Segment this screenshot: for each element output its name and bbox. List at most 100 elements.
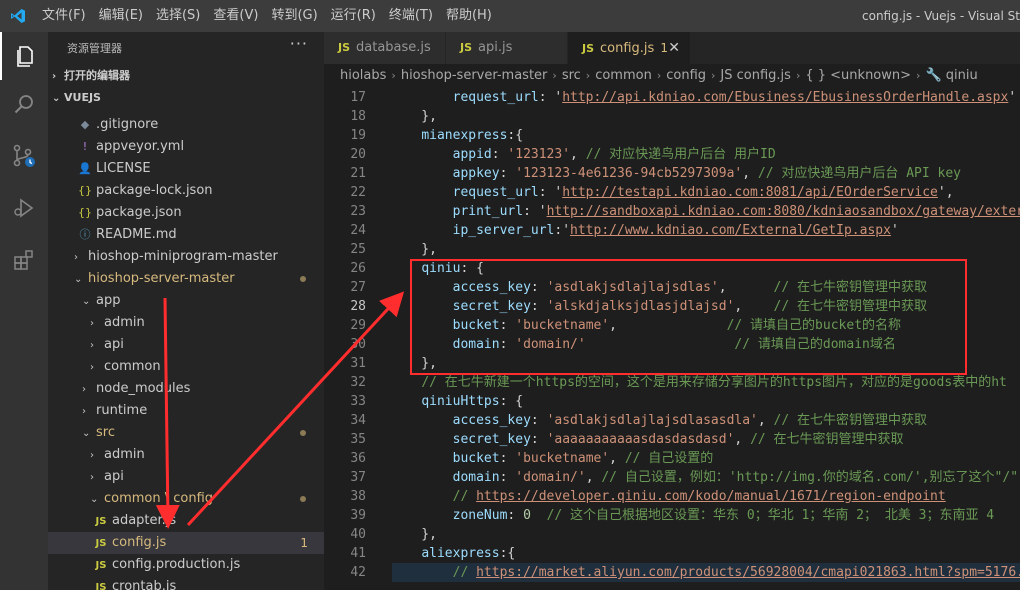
- open-editors-section[interactable]: › 打开的编辑器: [48, 65, 324, 87]
- activity-search[interactable]: [0, 80, 48, 128]
- breadcrumb-item[interactable]: { } <unknown>: [805, 68, 911, 83]
- breadcrumb-item[interactable]: config: [666, 68, 706, 83]
- line-number: 26: [350, 261, 366, 276]
- code-token: bucket: [452, 451, 500, 466]
- tree-folder[interactable]: › runtime: [48, 400, 324, 422]
- tree-item-label: admin: [104, 447, 145, 462]
- code-token: ': [890, 223, 899, 238]
- tree-folder[interactable]: › common: [48, 356, 324, 378]
- activity-source-control[interactable]: [0, 132, 48, 180]
- tree-folder[interactable]: › admin: [48, 312, 324, 334]
- code-text: // https://developer.qiniu.com/kodo/manu…: [390, 487, 946, 506]
- file-type-icon: {}: [78, 206, 92, 219]
- code-token: 'asdlakjsdlajlajsdlasasdla': [546, 413, 758, 428]
- code-line: 33 qiniuHttps: {: [324, 392, 1020, 411]
- activity-run-debug[interactable]: [0, 184, 48, 232]
- line-number: 29: [350, 318, 366, 333]
- tree-file[interactable]: JS crontab.js: [48, 576, 324, 590]
- line-number: 42: [350, 565, 366, 580]
- code-token: https://market.aliyun.com/products/56928…: [476, 565, 1020, 580]
- code-line: 40 },: [324, 525, 1020, 544]
- close-icon[interactable]: ✕: [668, 32, 680, 64]
- menu-item[interactable]: 编辑(E): [99, 0, 151, 32]
- title-bar: 文件(F) 编辑(E) 选择(S) 查看(V) 转到(G) 运行(R) 终端(T) 帮助(H)…: [0, 0, 1020, 32]
- tree-folder[interactable]: ⌄ common \ config: [48, 488, 324, 510]
- run-debug-icon: [14, 198, 34, 218]
- menu-item[interactable]: 查看(V): [213, 0, 266, 32]
- tree-file[interactable]: JS config.production.js: [48, 554, 324, 576]
- code-token: http://www.kdniao.com/External/GetIp.asp…: [570, 223, 891, 238]
- source-control-icon: [13, 144, 35, 167]
- tree-folder[interactable]: › hioshop-miniprogram-master: [48, 246, 324, 268]
- code-text: secret_key: 'aaaaaaaaaaasdasdasdasd', //…: [390, 430, 904, 449]
- tree-folder[interactable]: › api: [48, 466, 324, 488]
- code-text: // 在七牛新建一个https的空间，这个是用来存储分享图片的https图片，对…: [390, 373, 1007, 392]
- menu-item[interactable]: 终端(T): [389, 0, 441, 32]
- code-line: 25 },: [324, 240, 1020, 259]
- problem-count-badge: 1: [300, 536, 308, 550]
- tree-folder[interactable]: ⌄ hioshop-server-master: [48, 268, 324, 290]
- chevron-right-icon: ›: [82, 384, 86, 395]
- tree-folder[interactable]: ⌄ app: [48, 290, 324, 312]
- tab-database-js[interactable]: JS database.js: [324, 32, 445, 64]
- tree-file[interactable]: ◆ .gitignore: [48, 114, 324, 136]
- code-token: },: [390, 242, 437, 257]
- chevron-down-icon: ⌄: [74, 274, 83, 285]
- code-text: },: [390, 240, 437, 259]
- more-actions-icon[interactable]: ···: [290, 34, 308, 53]
- line-number: 30: [350, 337, 366, 352]
- line-number: 17: [350, 90, 366, 105]
- tree-file[interactable]: {} package-lock.json: [48, 180, 324, 202]
- chevron-right-icon: ›: [916, 69, 921, 82]
- activity-extensions[interactable]: [0, 236, 48, 284]
- code-token: zoneNum: [452, 508, 508, 523]
- tab-config-js[interactable]: JS config.js 1 ✕: [568, 32, 690, 64]
- breadcrumb-item[interactable]: hioshop-server-master: [401, 68, 548, 83]
- breadcrumb-item[interactable]: hiolabs: [340, 68, 386, 83]
- line-number: 23: [350, 204, 366, 219]
- code-token: //: [452, 489, 477, 504]
- file-type-icon: !: [82, 140, 88, 153]
- menu-item[interactable]: 帮助(H): [446, 0, 500, 32]
- file-type-icon: ◆: [80, 118, 90, 131]
- tree-folder[interactable]: › node_modules: [48, 378, 324, 400]
- breadcrumb-item[interactable]: JS config.js: [720, 68, 791, 83]
- tree-file[interactable]: JS config.js 1: [48, 532, 324, 554]
- breadcrumb-item[interactable]: common: [595, 68, 652, 83]
- menu-item[interactable]: 选择(S): [156, 0, 208, 32]
- menu-item[interactable]: 运行(R): [331, 0, 384, 32]
- workspace-section[interactable]: ⌄ VUEJS: [48, 87, 324, 109]
- line-number: 34: [350, 413, 366, 428]
- tree-file[interactable]: 👤 LICENSE: [48, 158, 324, 180]
- code-text: mianexpress:{: [390, 126, 523, 145]
- tree-file[interactable]: JS adapter.js: [48, 510, 324, 532]
- tree-file[interactable]: ⓘ README.md: [48, 224, 324, 246]
- menu-item[interactable]: 文件(F): [42, 0, 94, 32]
- chevron-right-icon: ›: [90, 472, 94, 483]
- tree-file[interactable]: ! appveyor.yml: [48, 136, 324, 158]
- code-text: ip_server_url:'http://www.kdniao.com/Ext…: [390, 221, 899, 240]
- breadcrumb-item[interactable]: src: [562, 68, 581, 83]
- tree-file[interactable]: {} package.json: [48, 202, 324, 224]
- tab-api-js[interactable]: JS api.js: [446, 32, 567, 64]
- breadcrumb-item[interactable]: 🔧 qiniu: [925, 68, 977, 83]
- code-token: :{: [507, 128, 524, 143]
- activity-explorer[interactable]: [0, 32, 48, 80]
- code-token: 'aaaaaaaaaaasdasdasdasd': [546, 432, 735, 447]
- chevron-right-icon: ›: [552, 69, 557, 82]
- tree-folder[interactable]: › api: [48, 334, 324, 356]
- tree-folder[interactable]: › admin: [48, 444, 324, 466]
- code-token: http://sandboxapi.kdniao.com:8080/kdniao…: [546, 204, 1020, 219]
- code-line: 35 secret_key: 'aaaaaaaaaaasdasdasdasd',…: [324, 430, 1020, 449]
- tree-folder[interactable]: ⌄ src: [48, 422, 324, 444]
- code-text: request_url: 'http://testapi.kdniao.com:…: [390, 183, 954, 202]
- menu-item[interactable]: 转到(G): [271, 0, 325, 32]
- code-text: appid: '123123', // 对应快递鸟用户后台 用户ID: [390, 145, 776, 164]
- code-token: :: [530, 413, 547, 428]
- vscode-logo-icon: [11, 9, 25, 23]
